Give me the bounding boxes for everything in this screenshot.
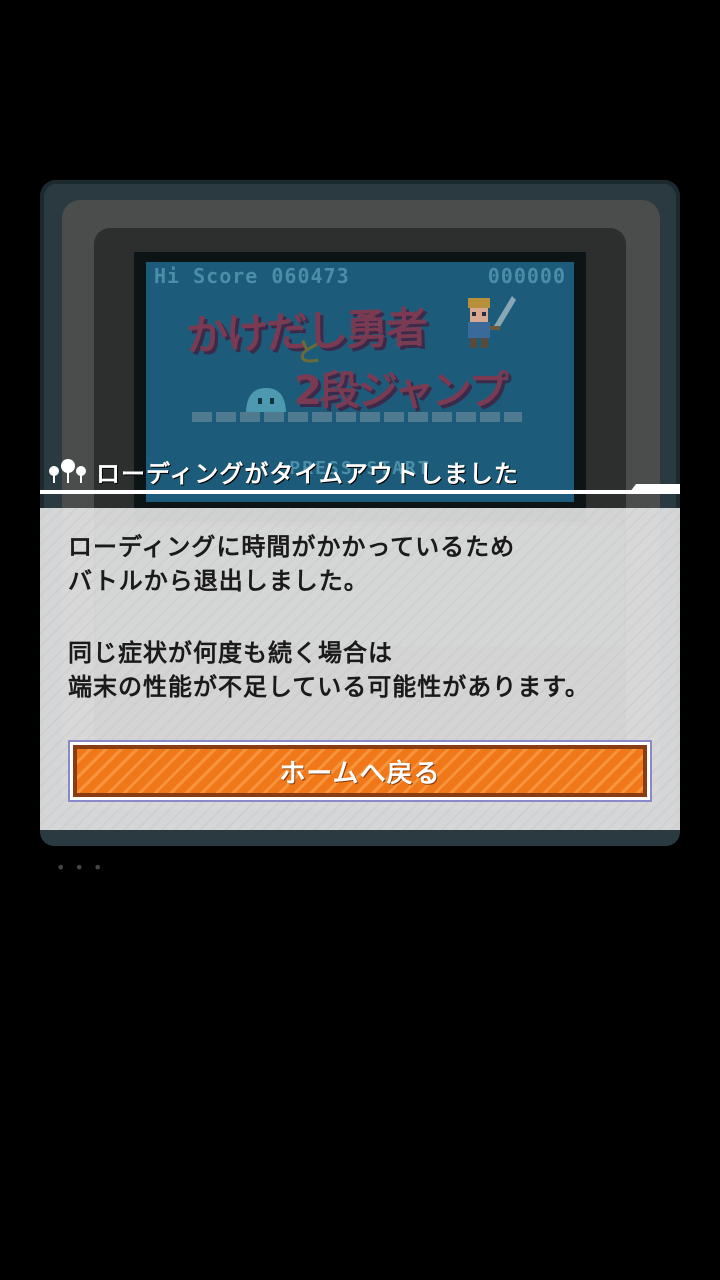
message-line-4: 端末の性能が不足している可能性があります。 — [68, 673, 590, 701]
mushroom-cluster-icon — [49, 459, 86, 483]
game-screen-root: Hi Score 060473 000000 かけだし勇者 と 2段ジャンプ P… — [0, 0, 720, 1280]
return-home-button-label: ホームへ戻る — [279, 758, 441, 789]
dialog-bottom-edge — [40, 830, 680, 846]
game-logo-line2: 2段ジャンプ — [294, 368, 509, 414]
current-score-text: 000000 — [487, 264, 566, 288]
console-speaker-dots: • • • — [56, 858, 105, 877]
return-home-button[interactable]: ホームへ戻る — [68, 740, 652, 802]
dialog-message: ローディングに時間がかかっているため バトルから退出しました。 同じ症状が何度も… — [68, 530, 658, 704]
dialog-body: ローディングに時間がかかっているため バトルから退出しました。 同じ症状が何度も… — [40, 508, 680, 830]
brick-floor — [192, 412, 522, 422]
message-line-2: バトルから退出しました。 — [68, 567, 369, 595]
header-divider — [40, 490, 680, 494]
hero-sprite-icon — [468, 296, 516, 348]
header-divider-accent — [630, 484, 680, 492]
message-line-1: ローディングに時間がかかっているため — [68, 533, 516, 561]
dialog-title: ローディングがタイムアウトしました — [96, 459, 519, 488]
hi-score-text: Hi Score 060473 — [154, 264, 350, 288]
message-line-3: 同じ症状が何度も続く場合は — [68, 639, 393, 667]
return-home-button-face[interactable]: ホームへ戻る — [73, 745, 647, 797]
dialog-header: ローディングがタイムアウトしました — [40, 448, 680, 494]
